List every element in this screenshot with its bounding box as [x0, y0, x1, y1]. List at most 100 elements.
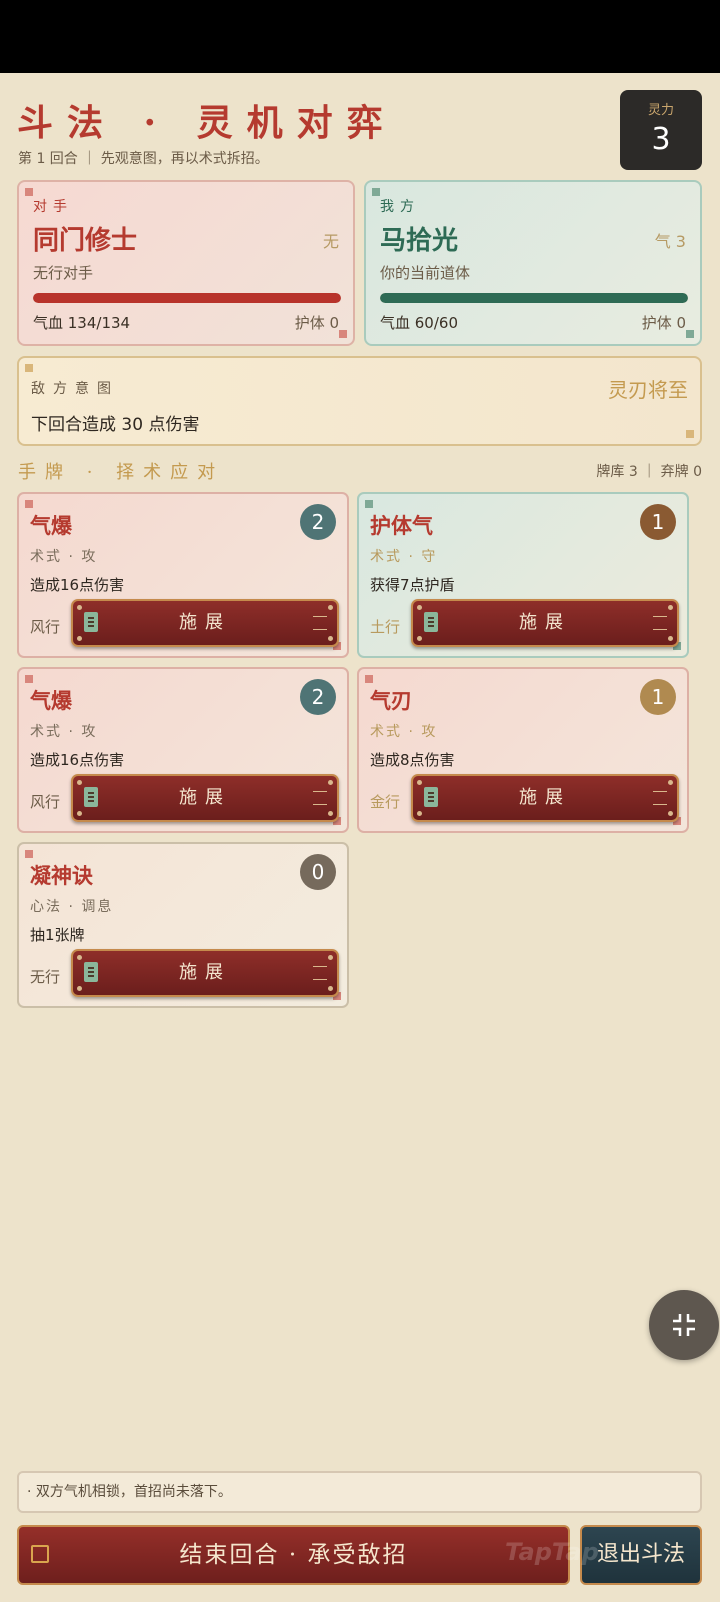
status-bar — [0, 0, 720, 73]
card-cost: 1 — [640, 504, 676, 540]
card-type: 术式 · 攻 — [370, 724, 438, 740]
enemy-shield-text: 护体 0 — [294, 314, 339, 332]
card-type: 术式 · 攻 — [30, 724, 98, 740]
card-name: 气爆 — [30, 688, 72, 713]
cast-label: 施展 — [179, 612, 231, 633]
enemy-hp-fill — [33, 293, 341, 303]
enemy-name: 同门修士 — [33, 226, 138, 256]
cast-label: 施展 — [519, 612, 571, 633]
corner-ornament — [686, 430, 694, 438]
intent-text: 下回合造成 30 点伤害 — [31, 415, 200, 435]
card-qi-blade[interactable]: 气刃 1 术式 · 攻 造成8点伤害 金行 施展 — [357, 667, 689, 833]
rivet — [328, 986, 333, 991]
rivet — [77, 780, 82, 785]
player-name: 马拾光 — [380, 226, 459, 256]
card-cost: 1 — [640, 679, 676, 715]
talisman-icon — [424, 612, 438, 632]
card-effect: 获得7点护盾 — [370, 576, 455, 594]
cast-button[interactable]: 施展 — [411, 599, 679, 647]
card-cost: 2 — [300, 679, 336, 715]
corner-ornament — [365, 675, 373, 683]
rivet — [417, 636, 422, 641]
corner-ornament — [25, 500, 33, 508]
player-desc: 你的当前道体 — [380, 264, 471, 282]
cast-button[interactable]: 施展 — [71, 774, 339, 822]
cast-button[interactable]: 施展 — [411, 774, 679, 822]
deck-info: 牌库 3 ｜ 弃牌 0 — [596, 464, 702, 480]
rivet — [328, 636, 333, 641]
rivet — [328, 605, 333, 610]
player-qi: 气 3 — [654, 232, 686, 251]
collapse-arrows-icon[interactable] — [649, 1290, 719, 1360]
ornament-lines — [313, 791, 327, 805]
rivet — [668, 605, 673, 610]
card-type: 心法 · 调息 — [30, 899, 114, 915]
ornament-lines — [653, 791, 667, 805]
card-body-qi[interactable]: 护体气 1 术式 · 守 获得7点护盾 土行 施展 — [357, 492, 689, 658]
card-element: 土行 — [370, 618, 401, 636]
rivet — [668, 780, 673, 785]
card-effect: 造成16点伤害 — [30, 576, 125, 594]
enemy-element: 无 — [322, 232, 339, 251]
rivet — [328, 780, 333, 785]
card-type: 术式 · 守 — [370, 549, 438, 565]
corner-ornament — [25, 850, 33, 858]
end-turn-button[interactable]: 结束回合 · 承受敌招 — [17, 1525, 570, 1585]
end-turn-label: 结束回合 · 承受敌招 — [179, 1542, 408, 1568]
ornament-lines — [313, 616, 327, 630]
talisman-icon — [84, 787, 98, 807]
card-type: 术式 · 攻 — [30, 549, 98, 565]
card-effect: 造成16点伤害 — [30, 751, 125, 769]
card-name: 气刃 — [370, 688, 412, 713]
corner-ornament — [365, 500, 373, 508]
card-element: 风行 — [30, 618, 61, 636]
rivet — [77, 955, 82, 960]
card-cost: 2 — [300, 504, 336, 540]
ornament-lines — [313, 966, 327, 980]
card-focus-art[interactable]: 凝神诀 0 心法 · 调息 抽1张牌 无行 施展 — [17, 842, 349, 1008]
corner-ornament — [25, 675, 33, 683]
rivet — [417, 780, 422, 785]
card-effect: 造成8点伤害 — [370, 751, 455, 769]
player-shield-text: 护体 0 — [641, 314, 686, 332]
corner-ornament — [686, 330, 694, 338]
intent-status: 灵刃将至 — [608, 378, 688, 402]
talisman-icon — [84, 962, 98, 982]
hand-title: 手牌 · 择术应对 — [18, 462, 225, 483]
rivet — [328, 811, 333, 816]
card-name: 凝神诀 — [30, 863, 93, 888]
card-qi-burst[interactable]: 气爆 2 术式 · 攻 造成16点伤害 风行 施展 — [17, 492, 349, 658]
rivet — [668, 811, 673, 816]
player-hp-fill — [380, 293, 688, 303]
card-element: 金行 — [370, 793, 401, 811]
player-tag: 我方 — [380, 199, 420, 215]
collapse-arrows-svg — [673, 1314, 695, 1336]
battle-log: · 双方气机相锁，首招尚未落下。 — [17, 1471, 702, 1513]
card-effect: 抽1张牌 — [30, 926, 85, 944]
player-hp-bar — [380, 293, 688, 303]
card-name: 护体气 — [370, 513, 433, 538]
card-element: 无行 — [30, 968, 61, 986]
exit-label: 退出斗法 — [596, 1542, 685, 1567]
card-name: 气爆 — [30, 513, 72, 538]
rivet — [77, 605, 82, 610]
enemy-tag: 对手 — [33, 199, 73, 215]
corner-ornament — [372, 188, 380, 196]
cast-label: 施展 — [179, 962, 231, 983]
cast-label: 施展 — [179, 787, 231, 808]
player-panel: 我方 马拾光 气 3 你的当前道体 气血 60/60 护体 0 — [364, 180, 702, 346]
enemy-intent-panel: 敌方意图 灵刃将至 下回合造成 30 点伤害 — [17, 356, 702, 446]
ornament-lines — [653, 616, 667, 630]
rivet — [77, 811, 82, 816]
rivet — [328, 955, 333, 960]
mana-counter: 灵力 3 — [620, 90, 702, 170]
corner-ornament — [25, 364, 33, 372]
cast-button[interactable]: 施展 — [71, 599, 339, 647]
card-qi-burst[interactable]: 气爆 2 术式 · 攻 造成16点伤害 风行 施展 — [17, 667, 349, 833]
lock-icon — [31, 1545, 49, 1563]
watermark: TapTap — [505, 1538, 599, 1566]
player-hp-text: 气血 60/60 — [380, 314, 458, 332]
enemy-panel: 对手 同门修士 无 无行对手 气血 134/134 护体 0 — [17, 180, 355, 346]
page-title: 斗法 · 灵机对弈 — [17, 102, 397, 144]
cast-button[interactable]: 施展 — [71, 949, 339, 997]
